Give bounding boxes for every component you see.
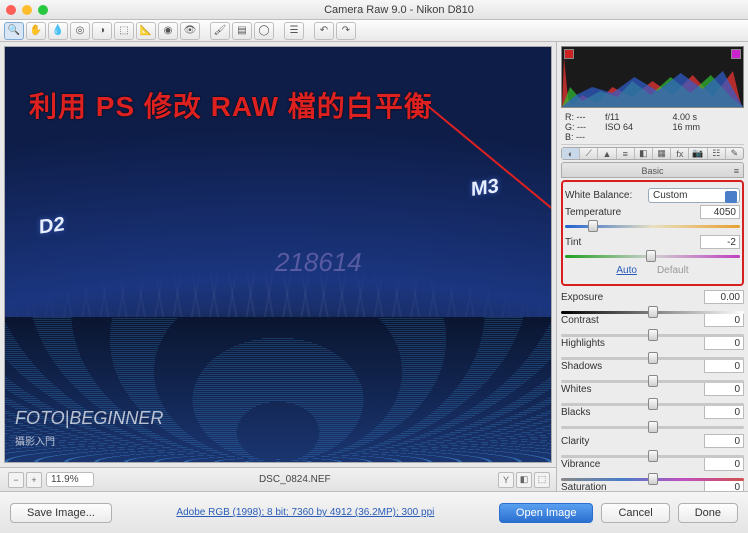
bottom-bar: Save Image... Adobe RGB (1998); 8 bit; 7… — [0, 491, 748, 533]
shadows-label: Shadows — [561, 361, 704, 372]
vibrance-input[interactable]: 0 — [704, 457, 744, 471]
window-title: Camera Raw 9.0 - Nikon D810 — [56, 4, 742, 16]
contrast-input[interactable]: 0 — [704, 313, 744, 327]
readout-r: R: --- — [565, 112, 605, 122]
readout-focal: 16 mm — [673, 122, 741, 132]
graduated-filter-tool-icon[interactable]: ▤ — [232, 22, 252, 40]
rotate-cw-icon[interactable]: ↷ — [336, 22, 356, 40]
preview-mode-2-icon[interactable]: ◧ — [516, 472, 532, 488]
tab-fx-icon[interactable]: fx — [671, 148, 689, 159]
cancel-button[interactable]: Cancel — [601, 503, 669, 523]
tab-presets-icon[interactable]: ☷ — [708, 148, 726, 159]
temperature-slider[interactable] — [565, 221, 740, 231]
zoom-window-icon[interactable] — [38, 5, 48, 15]
tab-lens-icon[interactable]: ▦ — [653, 148, 671, 159]
open-image-button[interactable]: Open Image — [499, 503, 594, 523]
tab-hsl-icon[interactable]: ≡ — [617, 148, 635, 159]
annotation-arrow — [423, 102, 552, 230]
temperature-input[interactable]: 4050 — [700, 205, 740, 219]
vibrance-label: Vibrance — [561, 459, 704, 470]
wb-select[interactable]: Custom — [648, 188, 740, 203]
tab-detail-icon[interactable]: ▲ — [598, 148, 616, 159]
info-readout: R: --- f/11 4.00 s G: --- ISO 64 16 mm B… — [561, 110, 744, 145]
workflow-options-link[interactable]: Adobe RGB (1998); 8 bit; 7360 by 4912 (3… — [120, 507, 491, 518]
blacks-input[interactable]: 0 — [704, 405, 744, 419]
spot-removal-tool-icon[interactable]: ◉ — [158, 22, 178, 40]
radial-filter-tool-icon[interactable]: ◯ — [254, 22, 274, 40]
histogram[interactable] — [561, 46, 744, 108]
tab-camera-icon[interactable]: 📷 — [689, 148, 707, 159]
done-button[interactable]: Done — [678, 503, 738, 523]
preview-mode-3-icon[interactable]: ⬚ — [534, 472, 550, 488]
hand-tool-icon[interactable]: ✋ — [26, 22, 46, 40]
close-window-icon[interactable] — [6, 5, 16, 15]
tint-label: Tint — [565, 237, 700, 248]
preview-status-bar: − + 11.9% DSC_0824.NEF Y ◧ ⬚ — [0, 467, 556, 491]
adjustments-panel: R: --- f/11 4.00 s G: --- ISO 64 16 mm B… — [556, 42, 748, 491]
zoom-out-icon[interactable]: − — [8, 472, 24, 488]
filename-label: DSC_0824.NEF — [94, 474, 496, 485]
highlights-label: Highlights — [561, 338, 704, 349]
tab-snapshots-icon[interactable]: ✎ — [726, 148, 743, 159]
adjustment-brush-tool-icon[interactable]: 🖌 — [210, 22, 230, 40]
whites-label: Whites — [561, 384, 704, 395]
image-preview[interactable]: D2 M3 218614 FOTO|BEGINNER 攝影入門 利用 PS 修改… — [4, 46, 552, 463]
crop-tool-icon[interactable]: ⬚ — [114, 22, 134, 40]
clarity-label: Clarity — [561, 436, 704, 447]
preview-mode-1-icon[interactable]: Y — [498, 472, 514, 488]
straighten-tool-icon[interactable]: 📐 — [136, 22, 156, 40]
saturation-label: Saturation — [561, 482, 704, 492]
auto-link[interactable]: Auto — [616, 265, 637, 276]
highlights-input[interactable]: 0 — [704, 336, 744, 350]
readout-iso: ISO 64 — [605, 122, 673, 132]
white-balance-tool-icon[interactable]: 💧 — [48, 22, 68, 40]
exposure-label: Exposure — [561, 292, 704, 303]
saturation-input[interactable]: 0 — [704, 480, 744, 491]
zoom-in-icon[interactable]: + — [26, 472, 42, 488]
main-toolbar: 🔍 ✋ 💧 ◎ ◑ ⬚ 📐 ◉ 👁 🖌 ▤ ◯ ☰ ↶ ↷ — [0, 20, 748, 42]
shadows-input[interactable]: 0 — [704, 359, 744, 373]
redeye-tool-icon[interactable]: 👁 — [180, 22, 200, 40]
tab-curve-icon[interactable]: ⟋ — [580, 148, 598, 159]
readout-shutter: 4.00 s — [673, 112, 741, 122]
save-image-button[interactable]: Save Image... — [10, 503, 112, 523]
contrast-label: Contrast — [561, 315, 704, 326]
readout-g: G: --- — [565, 122, 605, 132]
zoom-level-select[interactable]: 11.9% — [46, 472, 94, 487]
tint-input[interactable]: -2 — [700, 235, 740, 249]
shadow-clipping-icon[interactable] — [564, 49, 574, 59]
default-link[interactable]: Default — [657, 265, 689, 276]
wb-highlight-box: White Balance: Custom Temperature 4050 T… — [561, 180, 744, 286]
blacks-label: Blacks — [561, 407, 704, 418]
rotate-ccw-icon[interactable]: ↶ — [314, 22, 334, 40]
highlight-clipping-icon[interactable] — [731, 49, 741, 59]
color-sampler-tool-icon[interactable]: ◎ — [70, 22, 90, 40]
target-adjust-tool-icon[interactable]: ◑ — [92, 22, 112, 40]
preview-pane: D2 M3 218614 FOTO|BEGINNER 攝影入門 利用 PS 修改… — [0, 42, 556, 491]
whites-input[interactable]: 0 — [704, 382, 744, 396]
minimize-window-icon[interactable] — [22, 5, 32, 15]
tint-slider[interactable] — [565, 251, 740, 261]
temperature-label: Temperature — [565, 207, 700, 218]
panel-title: Basic — [561, 162, 744, 178]
exposure-input[interactable]: 0.00 — [704, 290, 744, 304]
clarity-input[interactable]: 0 — [704, 434, 744, 448]
wb-label: White Balance: — [565, 190, 648, 201]
panel-tabs: ◐ ⟋ ▲ ≡ ◧ ▦ fx 📷 ☷ ✎ — [561, 147, 744, 160]
zoom-tool-icon[interactable]: 🔍 — [4, 22, 24, 40]
tab-split-icon[interactable]: ◧ — [635, 148, 653, 159]
tab-basic-icon[interactable]: ◐ — [562, 148, 580, 159]
readout-b: B: --- — [565, 132, 605, 142]
annotation-text: 利用 PS 修改 RAW 檔的白平衡 — [29, 85, 433, 125]
preferences-icon[interactable]: ☰ — [284, 22, 304, 40]
window-titlebar: Camera Raw 9.0 - Nikon D810 — [0, 0, 748, 20]
readout-aperture: f/11 — [605, 112, 673, 122]
